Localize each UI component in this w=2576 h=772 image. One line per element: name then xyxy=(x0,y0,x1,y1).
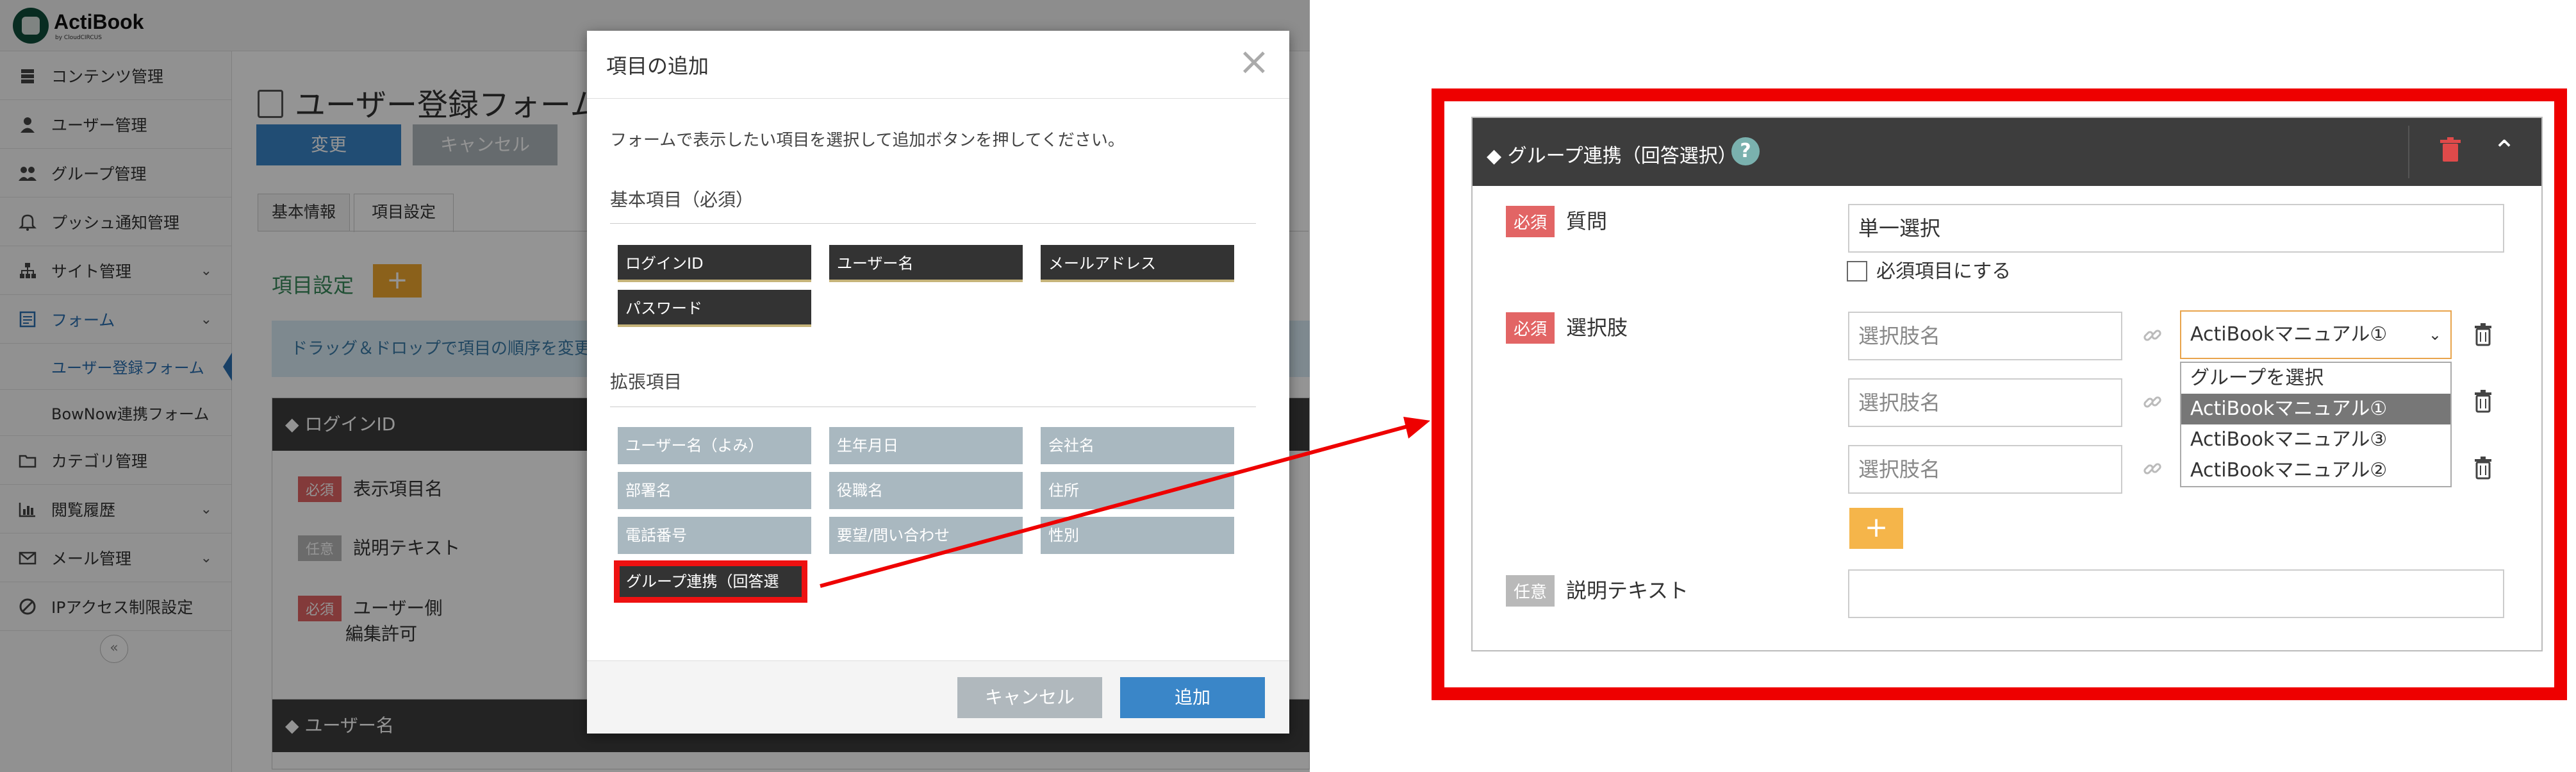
description-label: 任意 説明テキスト xyxy=(1506,575,1688,607)
group-select[interactable]: ActiBookマニュアル① ⌄ xyxy=(2180,310,2452,359)
item-chip-password[interactable]: パスワード xyxy=(618,290,811,327)
item-chip-department[interactable]: 部署名 xyxy=(618,472,811,509)
item-chip-company[interactable]: 会社名 xyxy=(1041,427,1234,464)
description-input[interactable] xyxy=(1848,569,2504,618)
item-chip-inquiry[interactable]: 要望/問い合わせ xyxy=(829,517,1023,554)
label-text: 説明テキスト xyxy=(1566,578,1689,603)
modal-cancel-button[interactable]: キャンセル xyxy=(957,677,1102,718)
label-text: 質問 xyxy=(1566,209,1608,233)
extended-items-title: 拡張項目 xyxy=(610,371,682,392)
trash-icon[interactable] xyxy=(2473,323,2493,346)
question-input[interactable]: 単一選択 xyxy=(1848,204,2504,253)
screenshot-root: ActiBook by CloudCIRCUS コンテンツ管理 ユーザー管理 グ… xyxy=(0,0,2576,772)
required-badge: 必須 xyxy=(1506,206,1555,237)
item-chip-email[interactable]: メールアドレス xyxy=(1041,245,1234,282)
link-icon xyxy=(2142,324,2163,346)
item-chip-position[interactable]: 役職名 xyxy=(829,472,1023,509)
dropdown-option-selected[interactable]: ActiBookマニュアル① xyxy=(2181,394,2450,424)
card-title: ◆ グループ連携（回答選択） xyxy=(1487,145,1737,167)
trash-icon[interactable] xyxy=(2473,457,2493,480)
group-select-dropdown: グループを選択 ActiBookマニュアル① ActiBookマニュアル③ Ac… xyxy=(2180,362,2452,487)
close-icon[interactable]: × xyxy=(1238,42,1270,81)
item-chip-group-linkage-highlighted[interactable]: グループ連携（回答選択） xyxy=(614,560,807,621)
checkbox-label: 必須項目にする xyxy=(1876,260,2011,283)
basic-items-title: 基本項目（必須） xyxy=(610,189,754,210)
link-icon xyxy=(2142,458,2163,480)
required-checkbox[interactable]: 必須項目にする xyxy=(1847,255,2011,283)
label-text: 選択肢 xyxy=(1566,315,1628,340)
modal-add-button[interactable]: 追加 xyxy=(1120,677,1265,718)
card-title-text: グループ連携（回答選択） xyxy=(1507,145,1737,167)
choice-name-input[interactable]: 選択肢名 xyxy=(1848,445,2122,494)
item-chip-gender[interactable]: 性別 xyxy=(1041,517,1234,554)
divider xyxy=(610,223,1256,224)
modal-description: フォームで表示したい項目を選択して追加ボタンを押してください。 xyxy=(610,131,1125,150)
item-chip-label: グループ連携（回答選択） xyxy=(620,566,802,621)
item-chip-login-id[interactable]: ログインID xyxy=(618,245,811,282)
chevron-down-icon: ⌄ xyxy=(2428,326,2441,344)
item-chip-phone[interactable]: 電話番号 xyxy=(618,517,811,554)
select-value: ActiBookマニュアル① xyxy=(2190,323,2388,346)
optional-badge: 任意 xyxy=(1506,575,1555,607)
trash-icon[interactable] xyxy=(2439,137,2465,165)
choices-label: 必須 選択肢 xyxy=(1506,312,1628,344)
help-icon[interactable]: ? xyxy=(1731,137,1760,165)
question-label: 必須 質問 xyxy=(1506,205,1607,237)
add-choice-button[interactable]: + xyxy=(1849,508,1903,549)
link-icon xyxy=(2142,391,2163,413)
group-linkage-card: ◆ グループ連携（回答選択） ? ⌃ 必須 質問 単一選択 必須項目にする 必須選… xyxy=(1471,117,2543,651)
card-header[interactable]: ◆ グループ連携（回答選択） ? ⌃ xyxy=(1473,118,2541,186)
header-divider xyxy=(2408,126,2409,178)
chevron-up-icon[interactable]: ⌃ xyxy=(2485,133,2523,169)
item-chip-name-kana[interactable]: ユーザー名（よみ） xyxy=(618,427,811,464)
dropdown-option[interactable]: ActiBookマニュアル② xyxy=(2181,455,2450,486)
item-chip-birthday[interactable]: 生年月日 xyxy=(829,427,1023,464)
modal-title: 項目の追加 xyxy=(606,54,709,78)
checkbox-box[interactable] xyxy=(1847,261,1867,281)
required-badge: 必須 xyxy=(1506,312,1555,344)
trash-icon[interactable] xyxy=(2473,390,2493,413)
choice-name-input[interactable]: 選択肢名 xyxy=(1848,312,2122,360)
modal-header: 項目の追加 × xyxy=(587,31,1289,99)
choice-name-input[interactable]: 選択肢名 xyxy=(1848,378,2122,427)
dropdown-option[interactable]: グループを選択 xyxy=(2181,363,2450,394)
item-chip-address[interactable]: 住所 xyxy=(1041,472,1234,509)
add-item-modal: 項目の追加 × フォームで表示したい項目を選択して追加ボタンを押してください。 … xyxy=(587,31,1289,734)
admin-app: ActiBook by CloudCIRCUS コンテンツ管理 ユーザー管理 グ… xyxy=(0,0,1310,772)
item-chip-user-name[interactable]: ユーザー名 xyxy=(829,245,1023,282)
dropdown-option[interactable]: ActiBookマニュアル③ xyxy=(2181,424,2450,455)
